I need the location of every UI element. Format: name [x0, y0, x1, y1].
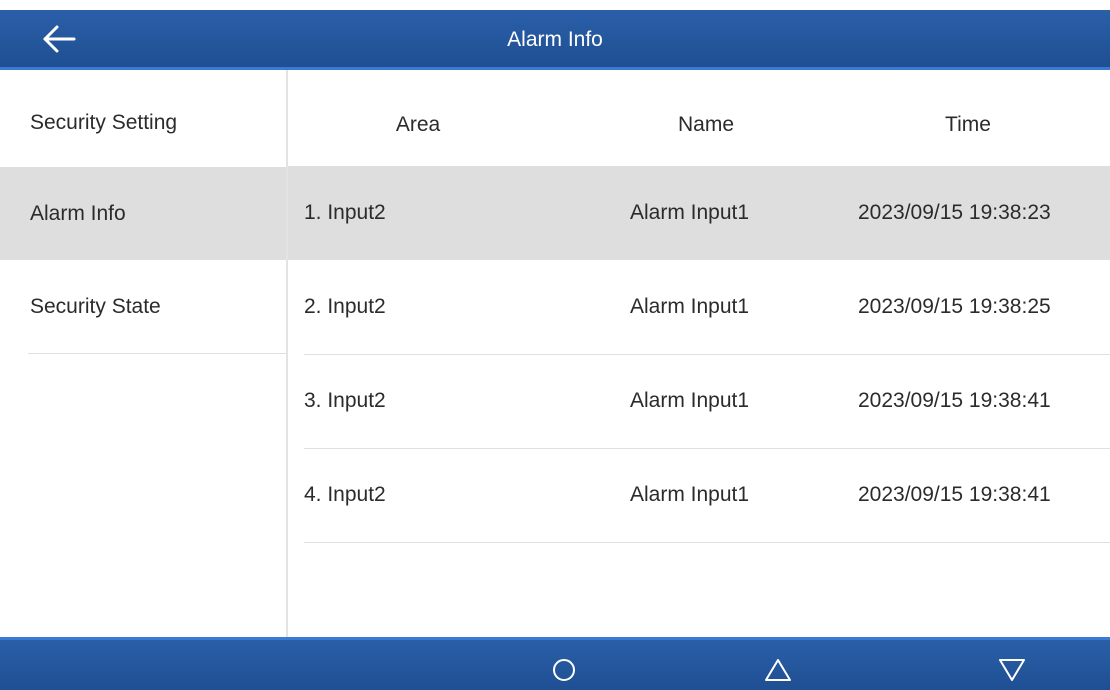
cell-name: Alarm Input1 [630, 295, 750, 318]
cell-area: 2. Input2 [304, 295, 386, 318]
column-header-time: Time [945, 113, 991, 136]
table-row[interactable]: 1. Input2 Alarm Input1 2023/09/15 19:38:… [288, 166, 1110, 260]
cell-time: 2023/09/15 19:38:41 [858, 389, 1051, 412]
cell-name: Alarm Input1 [630, 201, 750, 224]
alarm-table: Area Name Time 1. Input2 Alarm Input1 20… [288, 70, 1110, 637]
triangle-down-icon [999, 659, 1025, 681]
triangle-up-icon [765, 659, 791, 681]
sidebar-item-label: Security Setting [30, 110, 178, 134]
cell-area: 3. Input2 [304, 389, 386, 412]
cell-name: Alarm Input1 [630, 483, 750, 506]
sidebar-item-alarm-info[interactable]: Alarm Info [0, 167, 286, 260]
cell-area: 4. Input2 [304, 483, 386, 506]
column-header-area: Area [395, 113, 441, 136]
sidebar: Security Setting Alarm Info Security Sta… [0, 70, 288, 637]
sidebar-item-label: Security State [30, 294, 161, 318]
page-title: Alarm Info [507, 28, 603, 51]
sidebar-item-label: Alarm Info [30, 201, 126, 225]
divider [304, 542, 1110, 543]
cell-time: 2023/09/15 19:38:23 [858, 201, 1051, 224]
cell-name: Alarm Input1 [630, 389, 750, 412]
cell-time: 2023/09/15 19:38:25 [858, 295, 1051, 318]
cell-time: 2023/09/15 19:38:41 [858, 483, 1051, 506]
table-row[interactable]: 4. Input2 Alarm Input1 2023/09/15 19:38:… [288, 448, 1110, 542]
title-bar: Alarm Info [0, 10, 1110, 70]
app-window: Alarm Info Security Setting Alarm Info S… [0, 0, 1110, 690]
divider [28, 353, 286, 354]
sidebar-item-security-setting[interactable]: Security Setting [0, 76, 286, 169]
table-row[interactable]: 2. Input2 Alarm Input1 2023/09/15 19:38:… [288, 260, 1110, 354]
sidebar-item-security-state[interactable]: Security State [0, 260, 286, 353]
table-row[interactable]: 3. Input2 Alarm Input1 2023/09/15 19:38:… [288, 354, 1110, 448]
page-up-button[interactable] [758, 650, 798, 690]
column-header-name: Name [677, 113, 735, 136]
home-circle-icon [553, 659, 575, 681]
cell-area: 1. Input2 [304, 201, 386, 224]
table-header: Area Name Time [288, 70, 1110, 166]
home-button[interactable] [544, 650, 584, 690]
page-down-button[interactable] [992, 650, 1032, 690]
bottom-nav-bar [0, 637, 1110, 690]
